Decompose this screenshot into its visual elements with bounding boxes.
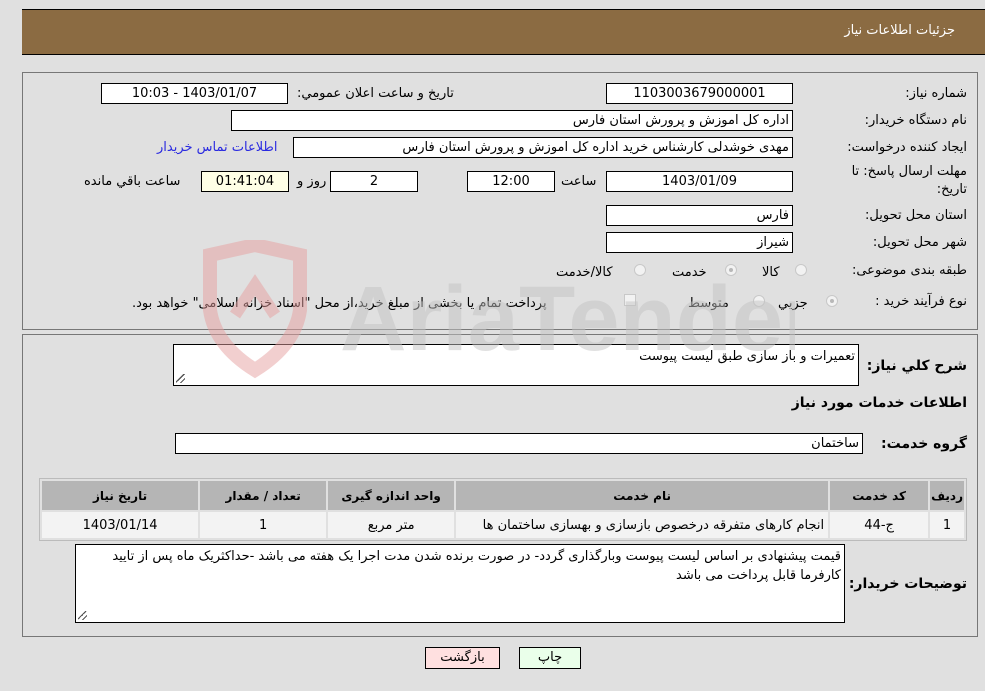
service-group-field: ساختمان xyxy=(175,433,863,454)
col-unit: واحد اندازه گیری xyxy=(328,481,455,510)
process-label: نوع فرآیند خرید : xyxy=(875,294,967,309)
buyer-notes-textarea[interactable]: قیمت پیشنهادی بر اساس لیست پیوست وبارگذا… xyxy=(75,544,845,623)
need-number-field: 1103003679000001 xyxy=(606,83,793,104)
table-header-row: ردیف کد خدمت نام خدمت واحد اندازه گیری ت… xyxy=(42,481,964,510)
deadline-time-field: 12:00 xyxy=(467,171,555,192)
print-button[interactable]: چاپ xyxy=(519,647,581,669)
process-radio-minor[interactable] xyxy=(826,295,838,307)
buyer-org-label: نام دستگاه خریدار: xyxy=(864,113,967,128)
col-quantity: تعداد / مقدار xyxy=(200,481,327,510)
announce-datetime-field: 1403/01/07 - 10:03 xyxy=(101,83,288,104)
col-service-code: کد خدمت xyxy=(830,481,929,510)
cell-service-code: ج-44 xyxy=(830,512,929,538)
remaining-time-field: 01:41:04 xyxy=(201,171,289,192)
col-service-name: نام خدمت xyxy=(456,481,829,510)
days-remaining-field: 2 xyxy=(330,171,418,192)
resize-grip-icon[interactable] xyxy=(78,611,87,620)
services-section-title: اطلاعات خدمات مورد نیاز xyxy=(791,395,967,411)
deadline-date-field: 1403/01/09 xyxy=(606,171,793,192)
buyer-notes-label: توضیحات خریدار: xyxy=(848,576,967,592)
services-table: ردیف کد خدمت نام خدمت واحد اندازه گیری ت… xyxy=(39,478,967,541)
page-title: جزئیات اطلاعات نیاز xyxy=(844,23,955,38)
table-row: 1 ج-44 انجام کارهای متفرقه درخصوص بازساز… xyxy=(42,512,964,538)
service-group-label: گروه خدمت: xyxy=(881,436,967,452)
category-option-goods-service: کالا/خدمت xyxy=(556,265,613,280)
creator-field: مهدی خوشدلی کارشناس خرید اداره کل اموزش … xyxy=(293,137,793,158)
deadline-label-date: تاریخ: xyxy=(936,182,967,197)
summary-text: تعمیرات و باز سازی طبق لیست پیوست xyxy=(639,349,855,364)
buyer-notes-text: قیمت پیشنهادی بر اساس لیست پیوست وبارگذا… xyxy=(112,549,841,583)
process-option-medium: متوسط xyxy=(688,296,729,311)
page-header: جزئیات اطلاعات نیاز xyxy=(22,9,985,55)
remaining-time-label: ساعت باقي مانده xyxy=(84,174,181,189)
days-label: روز و xyxy=(297,174,327,189)
buyer-contact-link[interactable]: اطلاعات تماس خریدار xyxy=(157,140,277,155)
back-button[interactable]: بازگشت xyxy=(425,647,500,669)
treasury-note: پرداخت تمام یا بخشی از مبلغ خرید،از محل … xyxy=(132,296,547,311)
buyer-org-field: اداره کل اموزش و پرورش استان فارس xyxy=(231,110,793,131)
creator-label: ایجاد کننده درخواست: xyxy=(847,140,967,155)
resize-grip-icon[interactable] xyxy=(176,374,185,383)
category-radio-goods[interactable] xyxy=(795,264,807,276)
city-label: شهر محل تحویل: xyxy=(872,235,967,250)
summary-label: شرح کلي نیاز: xyxy=(866,358,967,374)
category-radio-service[interactable] xyxy=(725,264,737,276)
deadline-label: مهلت ارسال پاسخ: تا xyxy=(851,164,967,179)
category-option-service: خدمت xyxy=(672,265,707,280)
category-option-goods: کالا xyxy=(762,265,780,280)
category-label: طبقه بندی موضوعی: xyxy=(851,263,967,278)
treasury-checkbox[interactable] xyxy=(624,294,636,306)
deadline-time-label: ساعت xyxy=(561,174,597,189)
province-label: استان محل تحویل: xyxy=(865,208,967,223)
city-field: شیراز xyxy=(606,232,793,253)
announce-label: تاریخ و ساعت اعلان عمومي: xyxy=(297,86,454,101)
process-option-minor: جزيي xyxy=(778,296,808,311)
cell-service-name: انجام کارهای متفرقه درخصوص بازسازی و بهس… xyxy=(456,512,829,538)
process-radio-medium[interactable] xyxy=(753,295,765,307)
cell-unit: متر مربع xyxy=(328,512,455,538)
summary-textarea[interactable]: تعمیرات و باز سازی طبق لیست پیوست xyxy=(173,344,859,386)
cell-row-number: 1 xyxy=(930,512,964,538)
cell-need-date: 1403/01/14 xyxy=(42,512,199,538)
category-radio-goods-service[interactable] xyxy=(634,264,646,276)
cell-quantity: 1 xyxy=(200,512,327,538)
need-number-label: شماره نیاز: xyxy=(905,86,967,101)
col-need-date: تاریخ نیاز xyxy=(42,481,199,510)
province-field: فارس xyxy=(606,205,793,226)
col-row-number: ردیف xyxy=(930,481,964,510)
